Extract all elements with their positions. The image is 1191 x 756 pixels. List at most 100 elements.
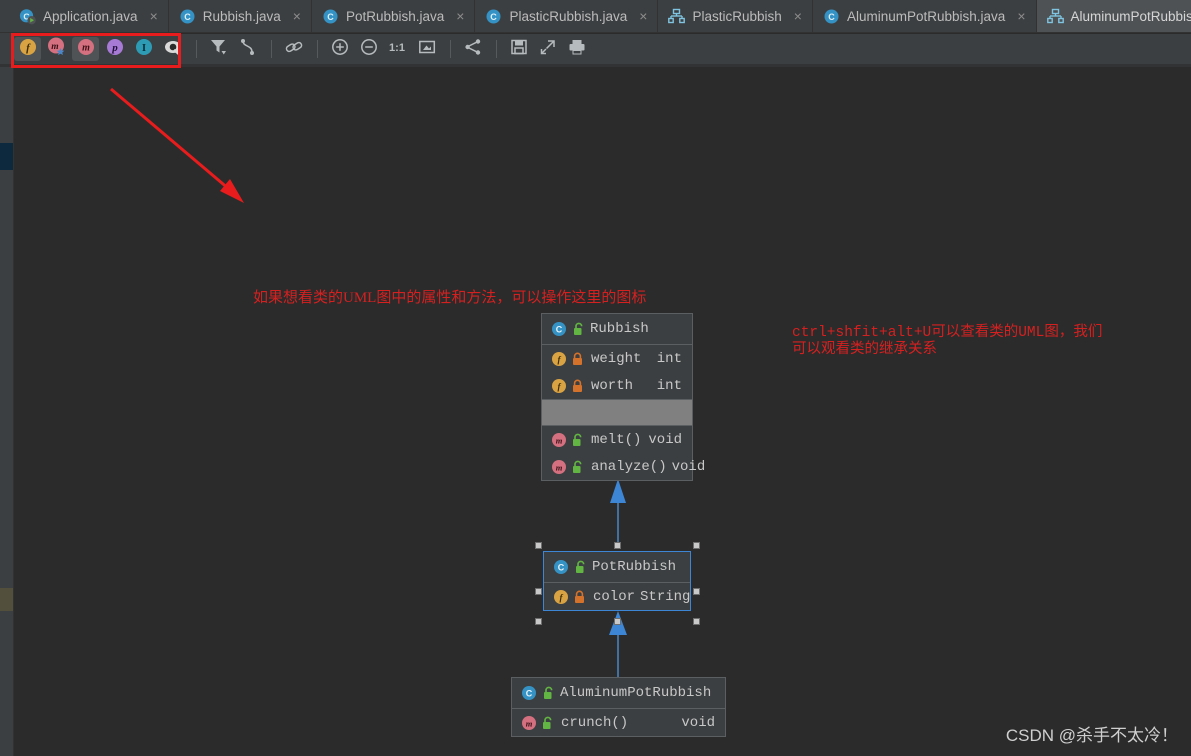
apply-layout-button[interactable]	[459, 37, 486, 61]
selection-handle-sw[interactable]	[535, 618, 542, 625]
printer-icon	[568, 38, 586, 61]
one-to-one-icon: 1:1	[388, 38, 408, 61]
locked-private-icon	[573, 352, 582, 365]
uml-method-row[interactable]: m melt() void	[542, 426, 692, 453]
method-m-icon: m	[522, 715, 536, 730]
zoom-out-button[interactable]	[355, 37, 382, 61]
uml-field-row[interactable]: f worth int	[542, 372, 692, 399]
uml-class-box-rubbish[interactable]: C Rubbish f weight int f worth int m mel…	[541, 313, 705, 481]
uml-class-header[interactable]: C PotRubbish	[544, 552, 690, 583]
unlocked-public-icon	[574, 322, 583, 335]
show-properties-button[interactable]: p	[101, 37, 128, 61]
tab-close-icon[interactable]: ×	[639, 9, 647, 23]
editor-tab-aluminumpotrubbish-java[interactable]: C AluminumPotRubbish.java ×	[813, 0, 1037, 32]
editor-tab-plasticrubbish[interactable]: PlasticRubbish ×	[658, 0, 813, 32]
editor-tab-potrubbish-java[interactable]: C PotRubbish.java ×	[312, 0, 476, 32]
java-class-icon: C	[180, 9, 195, 23]
uml-method-name: crunch()	[561, 714, 629, 731]
editor-gutter-strip[interactable]	[0, 33, 13, 756]
svg-text:C: C	[556, 325, 563, 335]
unlocked-public-icon	[573, 460, 582, 473]
svg-text:C: C	[558, 563, 565, 573]
svg-text:I: I	[141, 41, 145, 53]
zoom-in-button[interactable]	[326, 37, 353, 61]
uml-field-row[interactable]: f weight int	[542, 345, 692, 372]
show-inherited-members-button[interactable]: m	[43, 37, 70, 61]
uml-method-row[interactable]: m analyze() void	[542, 453, 705, 480]
selection-handle-n[interactable]	[614, 542, 621, 549]
svg-text:m: m	[556, 462, 563, 472]
method-m-icon: m	[552, 432, 566, 447]
uml-class-name: Rubbish	[590, 321, 649, 337]
svg-text:C: C	[184, 12, 191, 22]
selection-handle-s[interactable]	[614, 618, 621, 625]
export-button[interactable]	[534, 37, 561, 61]
tab-label: PlasticRubbish	[692, 8, 782, 24]
uml-class-box-potrubbish[interactable]: C PotRubbish f color String	[543, 551, 691, 611]
edge-curve-icon	[239, 38, 257, 61]
toolbar-separator	[196, 40, 197, 58]
field-f-icon: f	[552, 378, 566, 393]
java-class-run-icon: C	[19, 8, 36, 24]
selection-handle-e[interactable]	[693, 588, 700, 595]
uml-field-name: weight	[591, 350, 642, 367]
tab-close-icon[interactable]: ×	[1017, 9, 1025, 23]
uml-section-separator	[542, 399, 692, 426]
class-c-icon: C	[554, 560, 568, 574]
field-f-icon: f	[554, 589, 568, 604]
floppy-save-icon	[510, 38, 528, 61]
tab-label: Application.java	[43, 8, 138, 24]
graph-layout-icon	[464, 38, 482, 61]
editor-tab-aluminumpotrubbish[interactable]: AluminumPotRubbish×	[1036, 0, 1191, 32]
editor-tab-rubbish-java[interactable]: C Rubbish.java ×	[169, 0, 312, 32]
edge-mode-button[interactable]	[234, 37, 261, 61]
tab-label: PotRubbish.java	[345, 8, 445, 24]
tab-close-icon[interactable]: ×	[794, 9, 802, 23]
uml-field-type: int	[656, 377, 682, 394]
uml-method-name: analyze()	[591, 458, 667, 475]
svg-text:C: C	[526, 689, 533, 699]
class-c-icon: C	[522, 686, 536, 700]
selection-handle-nw[interactable]	[535, 542, 542, 549]
selection-handle-w[interactable]	[535, 588, 542, 595]
save-diagram-button[interactable]	[505, 37, 532, 61]
tab-label: PlasticRubbish.java	[509, 8, 628, 24]
show-visibility-button[interactable]	[159, 37, 186, 61]
uml-class-header[interactable]: C Rubbish	[542, 314, 692, 345]
show-inner-classes-button[interactable]: I	[130, 37, 157, 61]
locked-private-icon	[573, 379, 582, 392]
editor-tab-application-java[interactable]: C Application.java ×	[9, 0, 169, 32]
tab-close-icon[interactable]: ×	[150, 9, 158, 23]
field-f-icon: f	[552, 351, 566, 366]
selection-handle-se[interactable]	[693, 618, 700, 625]
locked-private-icon	[575, 590, 584, 603]
editor-tab-plasticrubbish-java[interactable]: C PlasticRubbish.java ×	[475, 0, 659, 32]
show-methods-button[interactable]: m	[72, 37, 99, 61]
diagram-canvas[interactable]: C Rubbish f weight int f worth int m mel…	[14, 67, 1191, 756]
zoom-out-minus-icon	[360, 38, 378, 61]
toolbar-separator	[450, 40, 451, 58]
fit-content-button[interactable]	[413, 37, 440, 61]
annotation-note-2: ctrl+shfit+alt+U可以查看类的UML图，我们 可以观看类的继承关系	[792, 325, 1103, 358]
method-m-icon: m	[77, 38, 95, 61]
print-button[interactable]	[563, 37, 590, 61]
actual-size-button[interactable]: 1:1	[384, 37, 411, 61]
selection-handle-ne[interactable]	[693, 542, 700, 549]
uml-class-header[interactable]: C AluminumPotRubbish	[512, 678, 725, 709]
csdn-watermark: CSDN @杀手不太冷！	[1005, 726, 1178, 745]
toolbar-separator	[317, 40, 318, 58]
tab-close-icon[interactable]: ×	[456, 9, 464, 23]
java-class-icon: C	[486, 9, 501, 23]
tab-close-icon[interactable]: ×	[293, 9, 301, 23]
uml-fields-section: f weight int f worth int	[542, 345, 692, 399]
show-fields-button[interactable]: f	[14, 37, 41, 61]
filter-button[interactable]	[205, 37, 232, 61]
inner-class-i-icon: I	[135, 38, 153, 61]
eye-visibility-icon	[164, 38, 182, 61]
show-dependencies-button[interactable]	[280, 37, 307, 61]
uml-class-box-aluminumpotrubbish[interactable]: C AluminumPotRubbish m crunch() void	[511, 677, 726, 737]
uml-class-name: AluminumPotRubbish	[560, 685, 712, 701]
uml-method-row[interactable]: m crunch() void	[512, 709, 725, 736]
uml-field-row[interactable]: f color String	[544, 583, 690, 610]
uml-field-name: color	[593, 588, 636, 605]
